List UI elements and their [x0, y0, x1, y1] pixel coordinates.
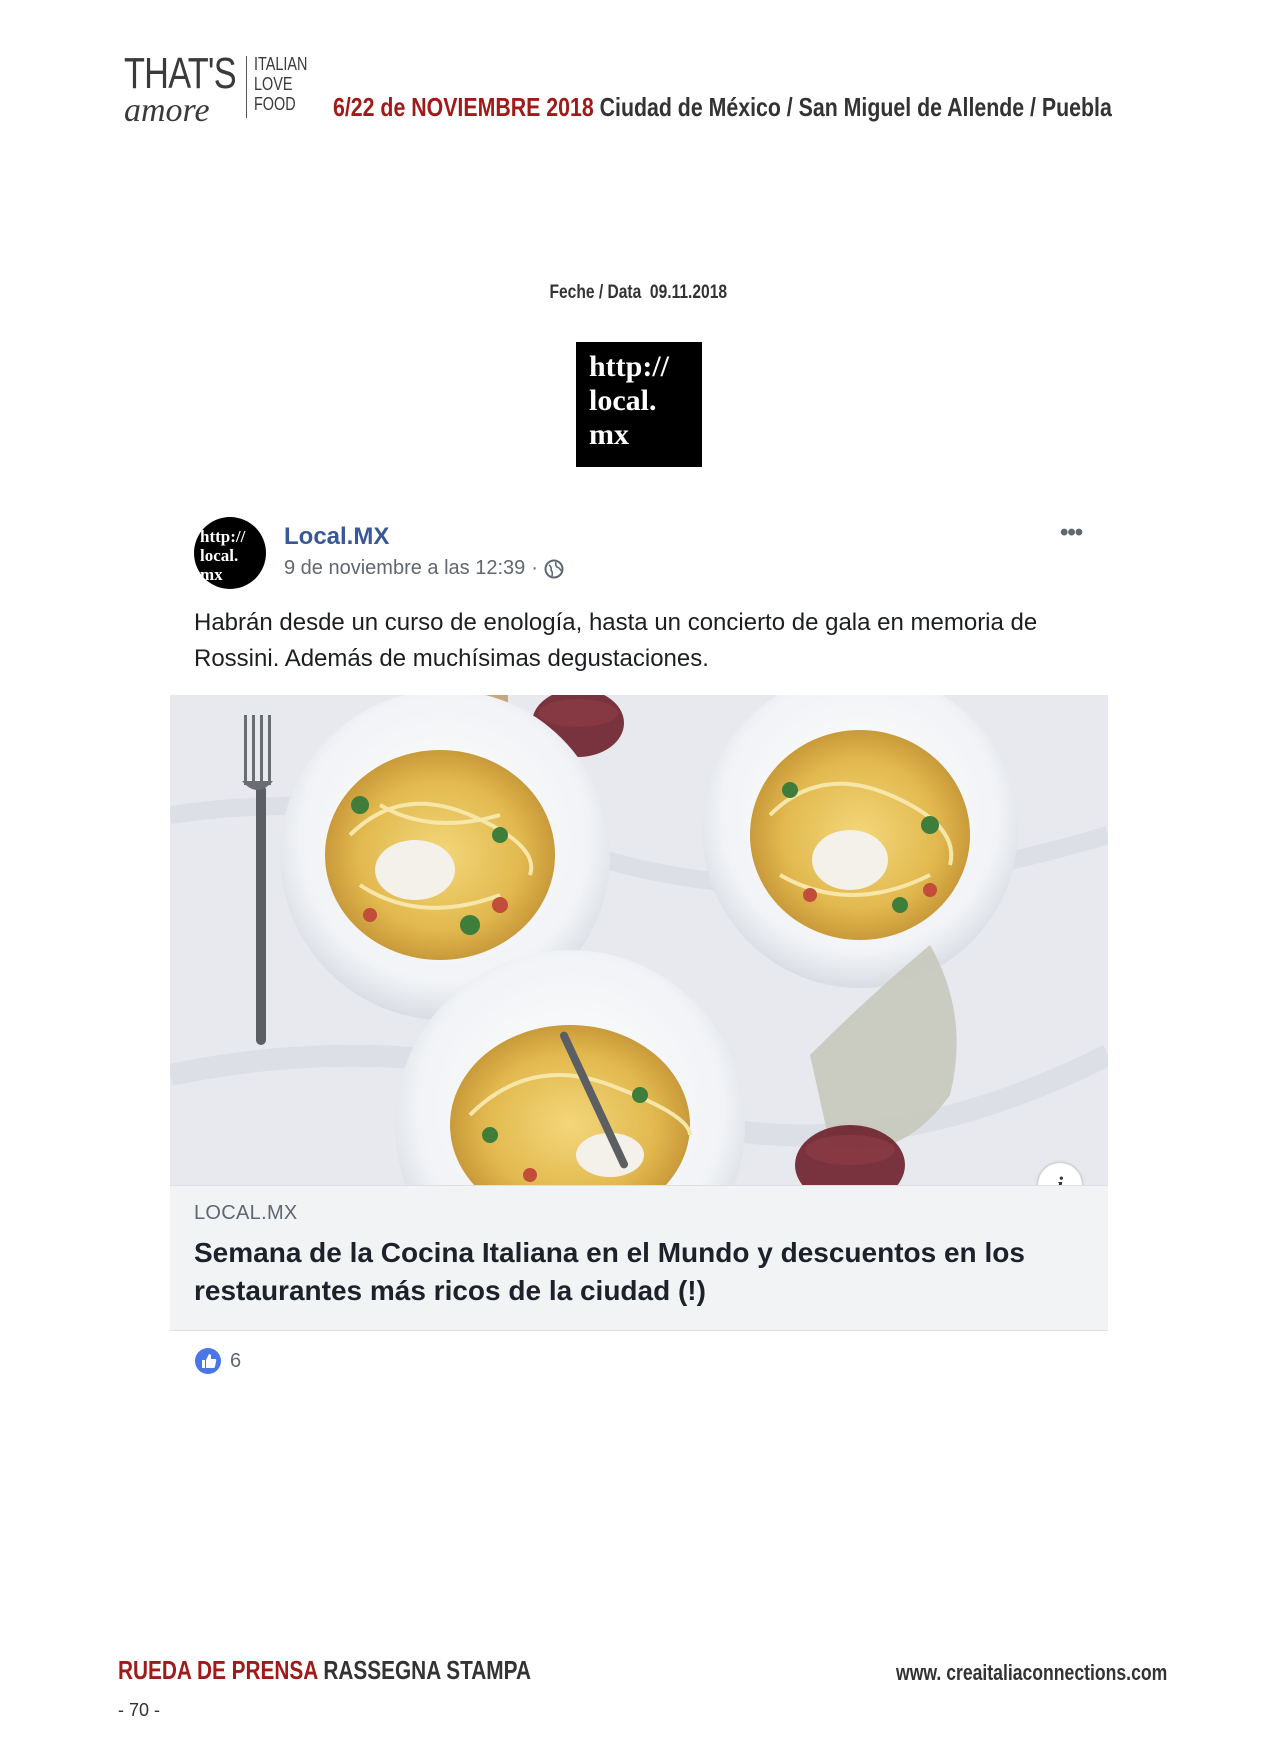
- source-logo: http:// local. mx: [576, 342, 702, 467]
- footer-label: RUEDA DE PRENSA RASSEGNA STAMPA: [118, 1655, 531, 1686]
- avatar-line: mx: [200, 565, 223, 584]
- brand-divider: [246, 56, 247, 118]
- post-image[interactable]: [170, 695, 1108, 1185]
- like-count[interactable]: 6: [230, 1350, 241, 1373]
- more-options-button[interactable]: •••: [1060, 519, 1083, 547]
- brand-words: ITALIAN LOVE FOOD: [254, 54, 307, 114]
- pasta-photo: [170, 695, 1108, 1185]
- brand-word: FOOD: [254, 94, 296, 114]
- avatar[interactable]: http:// local. mx: [194, 517, 266, 589]
- event-header: 6/22 de NOVIEMBRE 2018 Ciudad de México …: [333, 92, 1112, 123]
- page-number: - 70 -: [118, 1700, 161, 1720]
- avatar-line: http://: [200, 527, 246, 546]
- source-logo-line: http://: [589, 350, 670, 383]
- brand-logo: THAT'S amore ITALIAN LOVE FOOD: [124, 49, 324, 128]
- post-timestamp[interactable]: 9 de noviembre a las 12:39: [284, 557, 525, 580]
- globe-icon: [544, 559, 564, 578]
- like-icon: [195, 1348, 221, 1374]
- avatar-line: local.: [200, 546, 239, 565]
- event-cities: Ciudad de México / San Miguel de Allende…: [599, 92, 1112, 122]
- footer-label-red: RUEDA DE PRENSA: [118, 1655, 318, 1685]
- event-dates: 6/22 de NOVIEMBRE 2018: [333, 92, 594, 122]
- link-preview[interactable]: LOCAL.MX Semana de la Cocina Italiana en…: [170, 1185, 1108, 1331]
- meta-separator: ·: [531, 557, 538, 579]
- link-domain: LOCAL.MX: [194, 1202, 298, 1224]
- post-text: Habrán desde un curso de enología, hasta…: [194, 609, 1038, 672]
- brand-word: LOVE: [254, 74, 293, 94]
- footer-url[interactable]: www. creaitaliaconnections.com: [896, 1660, 1167, 1686]
- brand-main-text: THAT'S: [124, 49, 237, 98]
- facebook-post: http:// local. mx Local.MX 9 de noviembr…: [170, 505, 1108, 1403]
- post-meta: 9 de noviembre a las 12:39 ·: [284, 557, 564, 580]
- publication-date: Feche / Data 09.11.2018: [0, 282, 1276, 304]
- page-name-link[interactable]: Local.MX: [284, 523, 389, 551]
- brand-script-text: amore: [124, 92, 210, 129]
- reactions-bar[interactable]: 6: [194, 1347, 241, 1375]
- link-title[interactable]: Semana de la Cocina Italiana en el Mundo…: [194, 1234, 1074, 1310]
- source-logo-line: mx: [589, 418, 629, 451]
- footer-label-gray: RASSEGNA STAMPA: [323, 1655, 531, 1685]
- brand-word: ITALIAN: [254, 54, 308, 74]
- publication-date-text: Feche / Data 09.11.2018: [549, 282, 727, 303]
- source-logo-line: local.: [589, 384, 657, 417]
